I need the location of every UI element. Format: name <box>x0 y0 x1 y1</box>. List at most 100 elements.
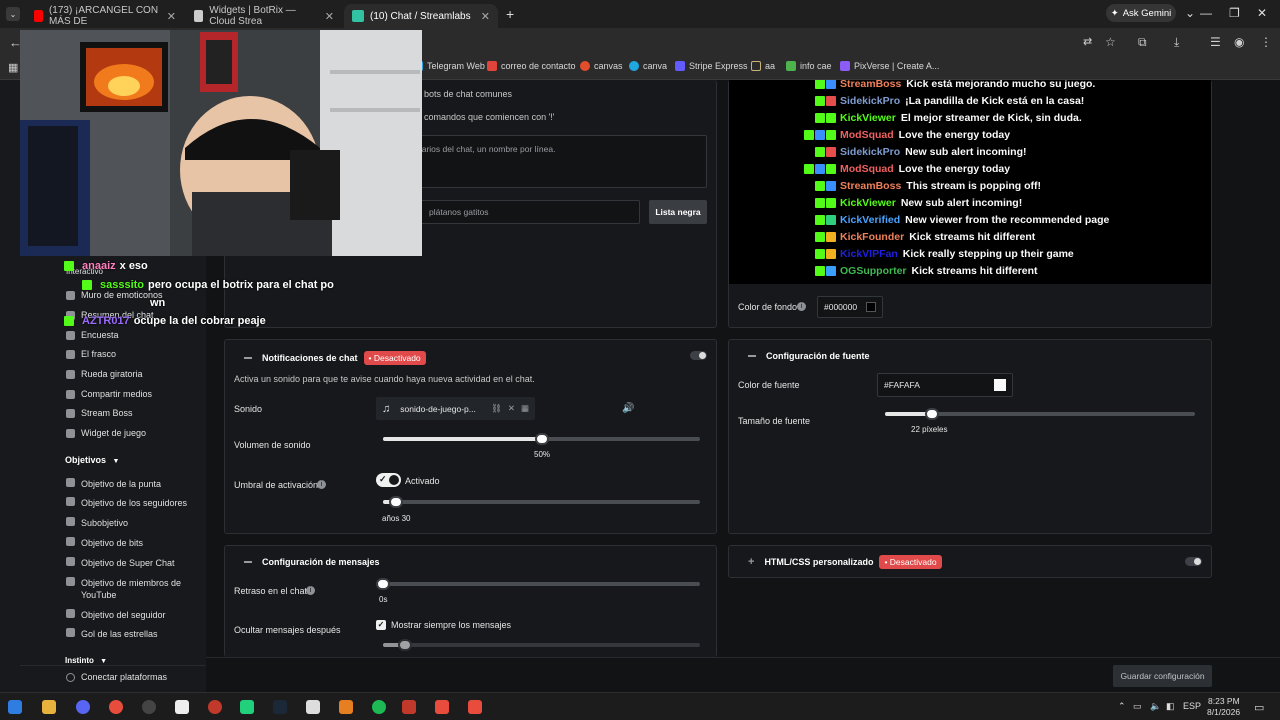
bookmark-item[interactable]: aa <box>751 61 775 71</box>
sidebar-item[interactable]: Compartir medios <box>66 389 152 399</box>
collapse-icon[interactable] <box>244 561 252 563</box>
clock-date[interactable]: 8/1/2026 <box>1207 707 1240 717</box>
info-icon[interactable]: i <box>306 586 315 595</box>
windows-start-icon[interactable] <box>8 700 22 714</box>
bookmark-item[interactable]: Telegram Web <box>413 61 485 71</box>
objetivos-heading[interactable]: Objetivos ▼ <box>65 455 119 465</box>
speaker-icon[interactable]: 🔊 <box>622 403 634 414</box>
notifications-icon[interactable]: ▭ <box>1254 701 1264 714</box>
color-swatch[interactable] <box>994 379 1006 391</box>
chrome-icon[interactable] <box>109 700 123 714</box>
sidebar-item-goal[interactable]: Objetivo de Super Chat <box>66 557 175 569</box>
sidebar-item-goal[interactable]: Objetivo de miembros de YouTube <box>66 577 191 601</box>
sidebar-item[interactable]: Encuesta <box>66 330 119 340</box>
sidebar-item-goal[interactable]: Objetivo de bits <box>66 537 143 549</box>
background-color-input[interactable]: #000000 <box>817 296 883 318</box>
tab-streamlabs[interactable]: (10) Chat / Streamlabs ✕ <box>344 4 498 28</box>
app-icon[interactable] <box>208 700 222 714</box>
clear-icon[interactable]: ✕ <box>508 403 515 414</box>
hide-messages-slider[interactable] <box>383 639 700 651</box>
tab-botrix[interactable]: Widgets | BotRix — Cloud Strea ✕ <box>186 4 342 28</box>
sidebar-item[interactable]: Rueda giratoria <box>66 369 143 379</box>
link-icon[interactable]: ⛓ <box>491 403 502 414</box>
info-icon[interactable]: i <box>797 302 806 311</box>
maximize-icon[interactable]: ❐ <box>1229 6 1240 20</box>
pycharm-icon[interactable] <box>240 700 254 714</box>
bookmark-item[interactable]: PixVerse | Create A... <box>840 61 939 71</box>
scrollbar[interactable] <box>1272 80 1278 680</box>
new-tab-icon[interactable]: + <box>506 6 514 22</box>
obs-icon[interactable] <box>142 700 156 714</box>
tray-chevron-icon[interactable]: ⌃ <box>1118 701 1126 712</box>
font-size-slider[interactable] <box>885 408 1195 420</box>
ask-gemini-button[interactable]: ✦ Ask Gemini <box>1106 4 1176 22</box>
bookmark-item[interactable]: canva <box>629 61 667 71</box>
bookmark-star-icon[interactable]: ☆ <box>1105 35 1116 49</box>
sidebar-item-goal[interactable]: Objetivo de la punta <box>66 478 161 490</box>
slider-thumb[interactable] <box>924 408 939 420</box>
bookmark-item[interactable]: canvas <box>580 61 623 71</box>
sound-file-picker[interactable]: ♫ sonido-de-juego-p... ⛓ ✕ ▦ <box>376 397 535 420</box>
translate-icon[interactable]: ⇄ <box>1083 35 1092 48</box>
sidebar-item-goal[interactable]: Subobjetivo <box>66 517 128 529</box>
grid-icon[interactable]: ▦ <box>521 403 529 414</box>
tab-list-icon[interactable]: ⌄ <box>1185 6 1195 20</box>
chat-notifications-toggle[interactable] <box>690 351 707 360</box>
slider-thumb[interactable] <box>388 496 403 508</box>
file-explorer-icon[interactable] <box>42 700 56 714</box>
custom-css-toggle[interactable] <box>1185 557 1202 566</box>
expand-icon[interactable]: + <box>748 556 754 568</box>
minimize-icon[interactable]: — <box>1200 6 1212 20</box>
collapse-icon[interactable] <box>748 355 756 357</box>
bookmark-item[interactable]: info cae <box>786 61 832 71</box>
download-icon[interactable]: ⤓ <box>1174 35 1179 50</box>
extensions-icon[interactable]: ⧉ <box>1138 35 1147 50</box>
anydesk2-icon[interactable] <box>468 700 482 714</box>
capcut2-icon[interactable] <box>306 700 320 714</box>
font-color-input[interactable]: #FAFAFA <box>877 373 1013 397</box>
battery-icon[interactable]: ◧ <box>1166 701 1175 712</box>
close-tab-icon[interactable]: ✕ <box>325 10 334 23</box>
network-icon[interactable]: ▭ <box>1133 701 1142 712</box>
steam-icon[interactable] <box>273 700 287 714</box>
sidebar-item[interactable]: Stream Boss <box>66 408 133 418</box>
close-tab-icon[interactable]: ✕ <box>167 10 176 23</box>
color-swatch[interactable] <box>866 302 876 312</box>
sidebar-item-goal[interactable]: Gol de las estrellas <box>66 628 158 640</box>
sidebar-item[interactable]: Widget de juego <box>66 428 146 438</box>
collapse-icon[interactable] <box>244 357 252 359</box>
sidebar-item[interactable]: Muro de emoticonos <box>66 290 163 300</box>
blocked-users-textarea[interactable]: uarios del chat, un nombre por línea. <box>410 135 707 188</box>
always-show-checkbox[interactable]: ✓ <box>376 620 386 630</box>
save-settings-button[interactable]: Guardar configuración <box>1113 665 1212 687</box>
menu-icon[interactable]: ⋮ <box>1260 35 1272 49</box>
slider-thumb[interactable] <box>534 433 549 445</box>
slider-thumb[interactable] <box>398 639 413 651</box>
sidebar-item-goal[interactable]: Objetivo de los seguidores <box>66 497 187 509</box>
info-icon[interactable]: i <box>317 480 326 489</box>
reading-list-icon[interactable]: ☰ <box>1210 35 1221 49</box>
bookmark-item[interactable]: Stripe Express <box>675 61 748 71</box>
chat-delay-slider[interactable] <box>376 578 700 590</box>
blacklist-input[interactable]: plátanos gatitos <box>410 200 640 224</box>
sidebar-item[interactable]: El frasco <box>66 349 116 359</box>
sidebar-item-goal[interactable]: Objetivo del seguidor <box>66 609 166 621</box>
spotify-icon[interactable] <box>372 700 386 714</box>
tab-youtube[interactable]: (173) ¡ARCANGEL CON MÁS DE ✕ <box>26 4 184 28</box>
capcut-icon[interactable] <box>175 700 189 714</box>
language-indicator[interactable]: ESP <box>1183 701 1201 711</box>
close-window-icon[interactable]: ✕ <box>1257 6 1267 20</box>
slider-thumb[interactable] <box>376 578 390 590</box>
close-tab-icon[interactable]: ✕ <box>481 10 490 23</box>
volume-icon[interactable]: 🔈 <box>1150 701 1161 712</box>
discord-icon[interactable] <box>76 700 90 714</box>
threshold-slider[interactable] <box>383 496 700 508</box>
bookmark-item[interactable]: correo de contacto <box>487 61 576 71</box>
blacklist-button[interactable]: Lista negra <box>649 200 707 224</box>
connect-platforms-link[interactable]: Conectar plataformas <box>66 672 167 682</box>
anydesk-icon[interactable] <box>435 700 449 714</box>
profile-icon[interactable]: ◉ <box>1234 35 1244 49</box>
clock-time[interactable]: 8:23 PM <box>1208 696 1240 706</box>
apps-icon[interactable]: ▦ <box>8 61 18 74</box>
app-icon[interactable] <box>402 700 416 714</box>
